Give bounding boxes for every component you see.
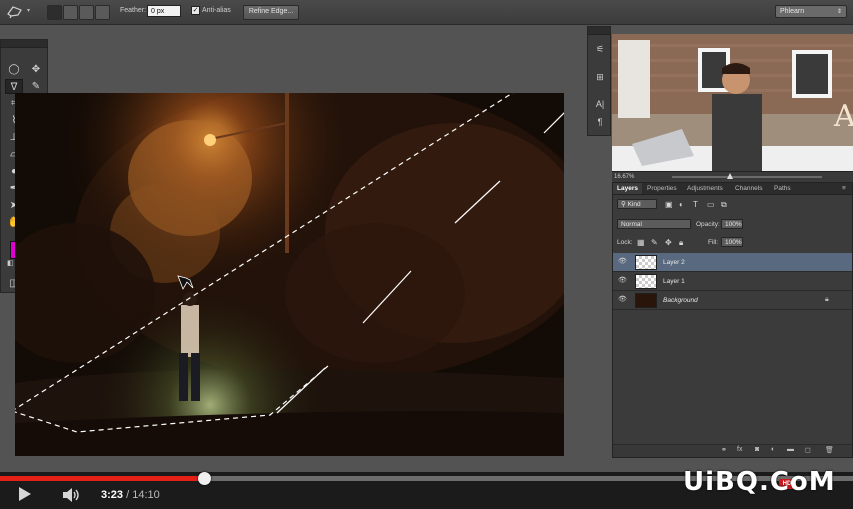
workspace-value: Phlearn [780,8,805,15]
blend-mode-select[interactable]: Normal [617,219,691,229]
svg-text:A: A [833,99,853,134]
time-display: 3:23 / 14:10 [101,489,160,501]
lock-transparent-icon[interactable]: ▦ [637,238,645,247]
filter-smart-object-icon[interactable]: ⧉ [721,200,727,210]
fill-label: Fill: [708,239,719,246]
new-layer-icon[interactable]: ◻ [805,446,811,454]
filter-kind-icon: ⚲ [621,201,628,208]
filter-adjustment-icon[interactable]: ◐ [679,200,684,209]
eye-icon[interactable]: 👁︎ [618,258,627,266]
total-time: 14:10 [132,489,160,501]
workspace-select[interactable]: Phlearn ⇕ [775,5,847,18]
layer-style-icon[interactable]: fx [737,446,742,453]
layer-row[interactable]: 👁︎ Layer 1 [613,272,852,291]
layer-name: Background [663,297,698,304]
move-tool-icon[interactable]: ✥ [27,62,45,77]
delete-layer-icon[interactable]: 🗑︎ [825,446,834,454]
zoom-level[interactable]: 16.67% [614,172,634,182]
lock-label: Lock: [617,239,633,246]
intersect-selection-icon[interactable] [95,5,110,20]
layer-row[interactable]: 👁︎ Layer 2 [613,253,852,272]
progress-fill [0,476,204,481]
play-icon[interactable] [19,487,31,501]
progress-scrubber[interactable] [197,472,211,485]
character-panel-icon[interactable]: A| [592,98,608,110]
zoom-slider[interactable] [672,173,822,179]
layer-thumbnail [635,274,657,289]
zoom-slider-handle[interactable] [727,173,733,179]
lock-all-icon[interactable]: 🔒︎ [679,238,683,248]
layers-footer: ⚭ fx ◙ ◐ ▬ ◻ 🗑︎ [613,444,852,457]
antialias-checkbox[interactable]: ✓ [191,6,200,15]
new-group-icon[interactable]: ▬ [787,446,794,453]
paragraph-panel-icon[interactable]: ¶ [592,116,608,128]
refine-edge-button[interactable]: Refine Edge... [243,5,299,20]
tab-layers[interactable]: Layers [613,183,642,194]
adjustment-layer-icon[interactable]: ◐ [771,446,775,453]
filter-type-icon[interactable]: T [693,200,698,209]
eye-icon[interactable]: 👁︎ [618,277,627,285]
layer-thumbnail [635,255,657,270]
current-time: 3:23 [101,489,124,501]
antialias-label: Anti-alias [202,7,231,14]
volume-icon[interactable] [62,488,82,502]
watermark-logo: UiBQ.CoM [683,467,836,497]
layer-name: Layer 2 [663,259,685,266]
lock-position-icon[interactable]: ✥ [665,238,672,247]
night-street-photo [15,93,564,456]
zoom-status-bar: 16.67% [612,171,853,182]
fill-input[interactable]: 100% [721,237,743,247]
layer-mask-icon[interactable]: ◙ [755,446,759,453]
new-selection-icon[interactable] [47,5,62,20]
tab-channels[interactable]: Channels [731,183,766,194]
presenter-video-inset: A [612,34,853,171]
opacity-label: Opacity: [696,221,720,228]
tab-properties[interactable]: Properties [643,183,681,194]
feather-input[interactable]: 0 px [147,5,181,17]
marquee-tool-icon[interactable]: ◯ [5,62,23,77]
lasso-tool-icon[interactable]: ᐁ [5,79,23,94]
filter-pixel-icon[interactable]: ▣ [665,200,673,209]
subtract-from-selection-icon[interactable] [79,5,94,20]
options-bar: ▾ Feather: 0 px ✓ Anti-alias Refine Edge… [0,0,853,25]
quick-select-tool-icon[interactable]: ✎ [27,79,45,94]
tab-paths[interactable]: Paths [770,183,795,194]
time-separator: / [123,489,133,501]
filter-kind-select[interactable]: ⚲ Kind [617,199,657,209]
presenter-image: A [612,34,853,171]
document-canvas[interactable] [15,93,564,456]
opacity-input[interactable]: 100% [721,219,743,229]
add-to-selection-icon[interactable] [63,5,78,20]
panel-menu-icon[interactable]: ≡ [838,183,850,194]
panel-dock: ⚟ ⊞ A| ¶ [587,26,611,136]
chevron-down-icon: ⇕ [836,9,842,15]
eye-icon[interactable]: 👁︎ [618,296,627,304]
lock-image-icon[interactable]: ✎ [651,238,658,247]
tab-adjustments[interactable]: Adjustments [683,183,727,194]
default-colors-icon[interactable]: ◧ [7,259,14,267]
clone-source-icon[interactable]: ⊞ [592,71,608,83]
lock-icon: 🔒︎ [825,296,829,303]
link-layers-icon[interactable]: ⚭ [721,446,727,454]
tools-panel-header[interactable] [1,40,47,48]
polygonal-lasso-icon[interactable] [6,5,24,19]
layer-thumbnail [635,293,657,308]
layer-name: Layer 1 [663,278,685,285]
layers-panel: Layers Properties Adjustments Channels P… [612,182,853,458]
feather-label: Feather: [120,7,147,14]
panel-dock-header[interactable] [588,27,610,35]
panel-tabs: Layers Properties Adjustments Channels P… [613,183,852,195]
tool-preset-chevron-icon[interactable]: ▾ [27,7,30,14]
brush-settings-icon[interactable]: ⚟ [592,43,608,55]
filter-shape-icon[interactable]: ▭ [707,200,715,209]
layer-row[interactable]: 👁︎ Background 🔒︎ [613,291,852,310]
